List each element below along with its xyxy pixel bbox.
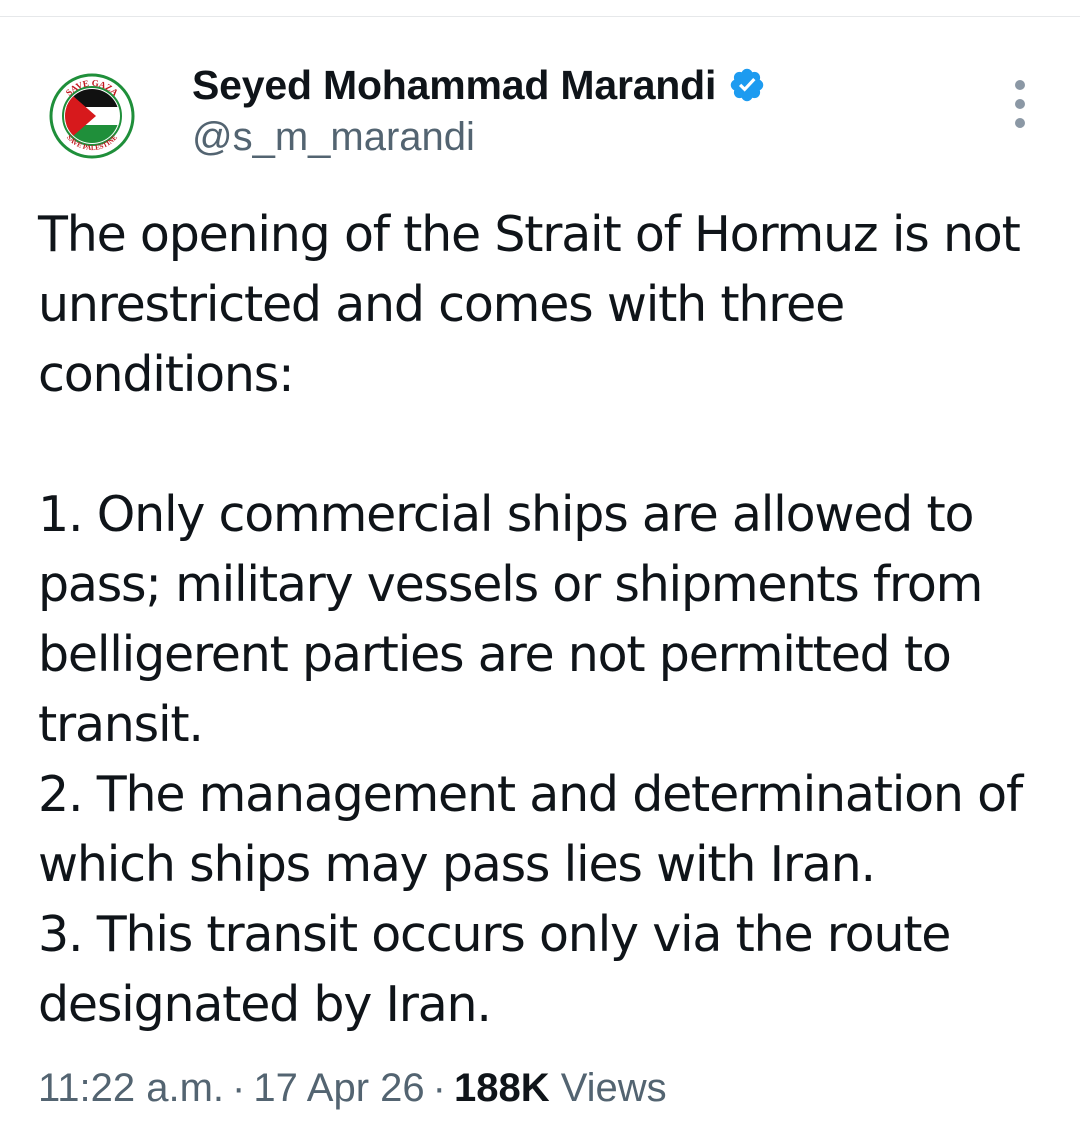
top-divider [0, 16, 1080, 17]
meta-separator: · [232, 1066, 246, 1110]
views-label: Views [560, 1066, 667, 1110]
display-name[interactable]: Seyed Mohammad Marandi [192, 62, 716, 109]
author-block: Seyed Mohammad Marandi @s_m_marandi [192, 60, 766, 162]
more-dot-icon [1015, 99, 1025, 109]
more-dot-icon [1015, 80, 1025, 90]
tweet-time[interactable]: 11:22 a.m. [38, 1066, 224, 1110]
name-row: Seyed Mohammad Marandi [192, 60, 766, 110]
tweet-date[interactable]: 17 Apr 26 [253, 1066, 424, 1110]
more-dot-icon [1015, 118, 1025, 128]
more-options-button[interactable] [1000, 80, 1040, 128]
tweet-text: The opening of the Strait of Hormuz is n… [38, 206, 1023, 1033]
meta-separator: · [432, 1066, 446, 1110]
avatar[interactable]: SAVE GAZA SAVE PALESTINE [48, 72, 136, 160]
handle[interactable]: @s_m_marandi [192, 112, 766, 162]
views-count: 188K [453, 1066, 550, 1110]
palestine-flag-badge-icon: SAVE GAZA SAVE PALESTINE [49, 73, 135, 159]
tweet-meta: 11:22 a.m. · 17 Apr 26 · 188K Views [38, 1060, 667, 1116]
verified-badge-icon[interactable] [728, 66, 766, 104]
